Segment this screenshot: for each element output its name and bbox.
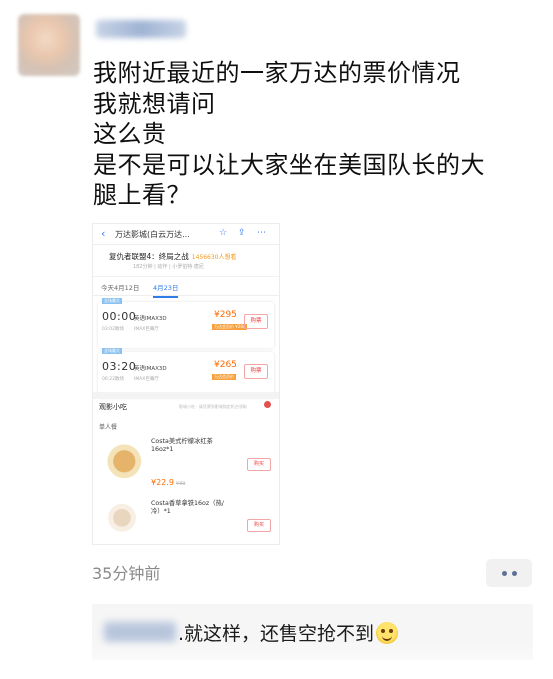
snack-name-line: 16oz*1: [151, 446, 174, 453]
more-actions-button[interactable]: [486, 559, 532, 587]
attached-screenshot[interactable]: ‹ 万达影城(白云万达... ☆ ⇪ ⋯ 复仇者联盟4：终局之战 1456630人…: [92, 223, 280, 545]
post-line: 腿上看？: [93, 181, 191, 209]
showtime-tag: 全场最大: [102, 298, 122, 304]
dot-icon: [511, 570, 517, 576]
snack-name: Costa美式柠檬冰红茶 16oz*1: [151, 438, 213, 454]
movie-info: 182分钟 | 动作 | 小罗伯特·唐尼: [133, 264, 204, 270]
date-tab-today: 今天4月12日: [101, 284, 140, 292]
snack-name-line: 冷）*1: [151, 508, 171, 515]
post-time: 35分钟前: [92, 564, 161, 583]
showtime-lang: 英语IMAX3D: [134, 366, 167, 372]
gift-icon: [264, 401, 271, 408]
post-line: 我附近最近的一家万达的票价情况: [93, 59, 461, 87]
movie-name: 复仇者联盟4：终局之战: [109, 252, 189, 261]
buy-button: 购票: [244, 314, 268, 329]
showtime-end: 03:02散场: [102, 327, 124, 332]
snack-image: [99, 498, 145, 534]
snack-name-line: Costa美式柠檬冰红茶: [151, 438, 213, 445]
divider: [93, 392, 279, 399]
avatar[interactable]: [18, 14, 80, 76]
showtime-hall: IMAX巨幕厅: [134, 377, 159, 382]
showtime-lang: 英语IMAX3D: [134, 316, 167, 322]
snacks-heading: 观影小吃: [99, 403, 127, 411]
showtime-card: 全场最大 00:00 03:02散场 英语IMAX3D IMAX巨幕厅 ¥295…: [98, 298, 274, 348]
snack-price: ¥22.9 ¥30: [151, 478, 185, 487]
showtime-tag: 全场最大: [102, 348, 122, 354]
single-meal-label: 单人餐: [99, 424, 118, 431]
cinema-title: 万达影城(白云万达...: [115, 230, 190, 239]
movie-title: 复仇者联盟4：终局之战 1456630人想看: [109, 251, 237, 262]
buy-button: 购票: [244, 364, 268, 379]
snack-name: Costa香草拿铁16oz（热/ 冷）*1: [151, 500, 224, 516]
dot-icon: [501, 570, 507, 576]
post-line: 我就想请问: [93, 89, 216, 118]
member-price: 万达会员价 ¥284: [212, 324, 248, 330]
date-tabs: 今天4月12日 4月23日: [93, 276, 279, 298]
post-line: 是不是可以让大家坐在美国队长的大: [93, 150, 485, 179]
snack-price-value: ¥22.9: [151, 478, 174, 487]
snack-image: [99, 436, 145, 482]
more-icon: ⋯: [257, 228, 266, 238]
share-icon: ⇪: [238, 228, 246, 238]
commenter-name-blurred[interactable]: [104, 622, 176, 642]
post-line: 这么贵: [93, 120, 167, 148]
member-price: 万达会员价: [212, 374, 236, 380]
snack-name-line: Costa香草拿铁16oz（热/: [151, 500, 224, 507]
username-blurred[interactable]: [96, 20, 186, 38]
showtime-price: ¥265: [214, 360, 237, 370]
back-icon: ‹: [101, 227, 106, 240]
showtime-end: 06:22散场: [102, 377, 124, 382]
snack-buy-button: 购买: [247, 458, 271, 471]
want-count: 1456630人想看: [191, 254, 237, 261]
showtime-price: ¥295: [214, 310, 237, 320]
post-text: 我附近最近的一家万达的票价情况 我就想请问 这么贵 是不是可以让大家坐在美国队长…: [93, 58, 533, 211]
snack-orig-price: ¥30: [175, 481, 186, 487]
star-icon: ☆: [219, 228, 228, 238]
showtime-time: 03:20: [102, 360, 137, 373]
showtime-hall: IMAX巨幕厅: [134, 327, 159, 332]
snacks-hint: 影城小吃 · 请凭票到影城指定柜台领取: [179, 404, 247, 409]
bottom-fade: [0, 640, 553, 679]
snack-buy-button: 购买: [247, 519, 271, 532]
showtime-time: 00:00: [102, 310, 137, 323]
date-tab-selected: 4月23日: [153, 284, 179, 298]
screenshot-navbar: ‹ 万达影城(白云万达... ☆ ⇪ ⋯: [93, 224, 279, 245]
